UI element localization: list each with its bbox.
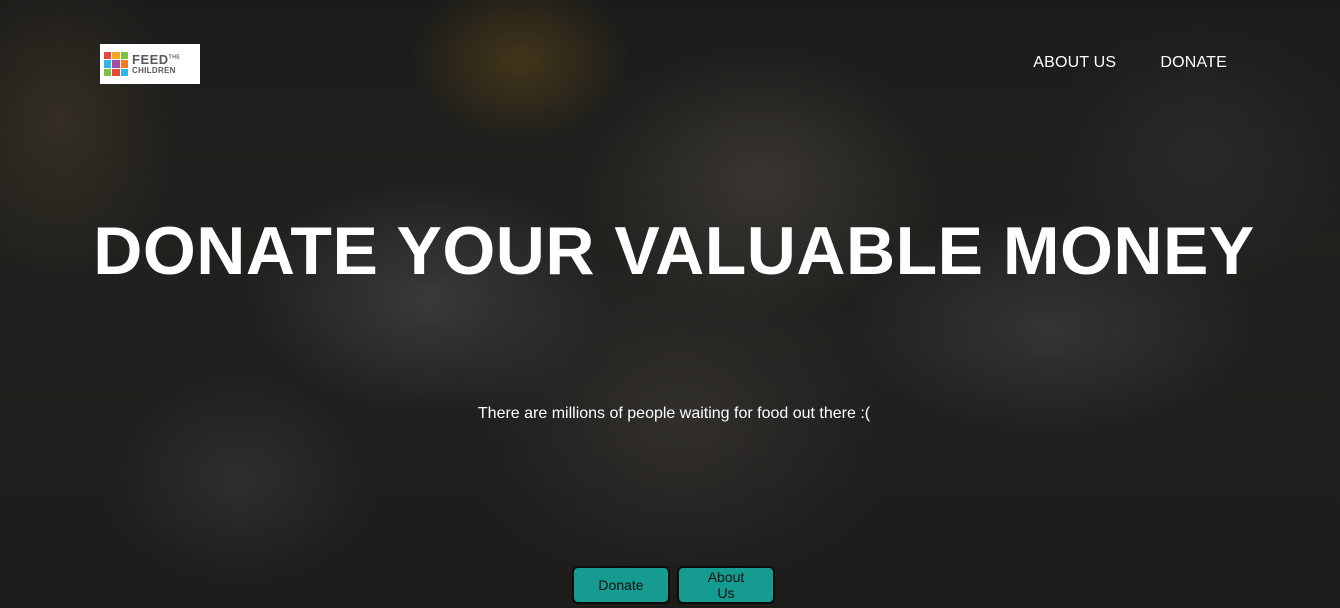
hero-section: FEEDTHE CHILDREN ABOUT US DONATE DONATE …	[0, 0, 1340, 608]
about-us-button[interactable]: About Us	[677, 566, 775, 604]
nav-link-donate[interactable]: DONATE	[1160, 54, 1227, 72]
feed-the-children-logo[interactable]: FEEDTHE CHILDREN	[100, 44, 200, 84]
logo-word-the: THE	[168, 54, 181, 61]
logo-mark-icon	[104, 52, 128, 76]
hero-headline: DONATE YOUR VALUABLE MONEY	[93, 213, 1255, 289]
top-nav: ABOUT US DONATE	[1033, 54, 1227, 72]
hero-tagline: There are millions of people waiting for…	[477, 405, 871, 422]
hero-actions: Donate About Us	[572, 566, 775, 604]
logo-wordmark: FEEDTHE CHILDREN	[132, 53, 180, 75]
logo-word-children: CHILDREN	[132, 66, 176, 75]
nav-link-about-us[interactable]: ABOUT US	[1033, 54, 1116, 72]
logo-word-feed: FEED	[132, 52, 169, 67]
donate-button[interactable]: Donate	[572, 566, 670, 604]
